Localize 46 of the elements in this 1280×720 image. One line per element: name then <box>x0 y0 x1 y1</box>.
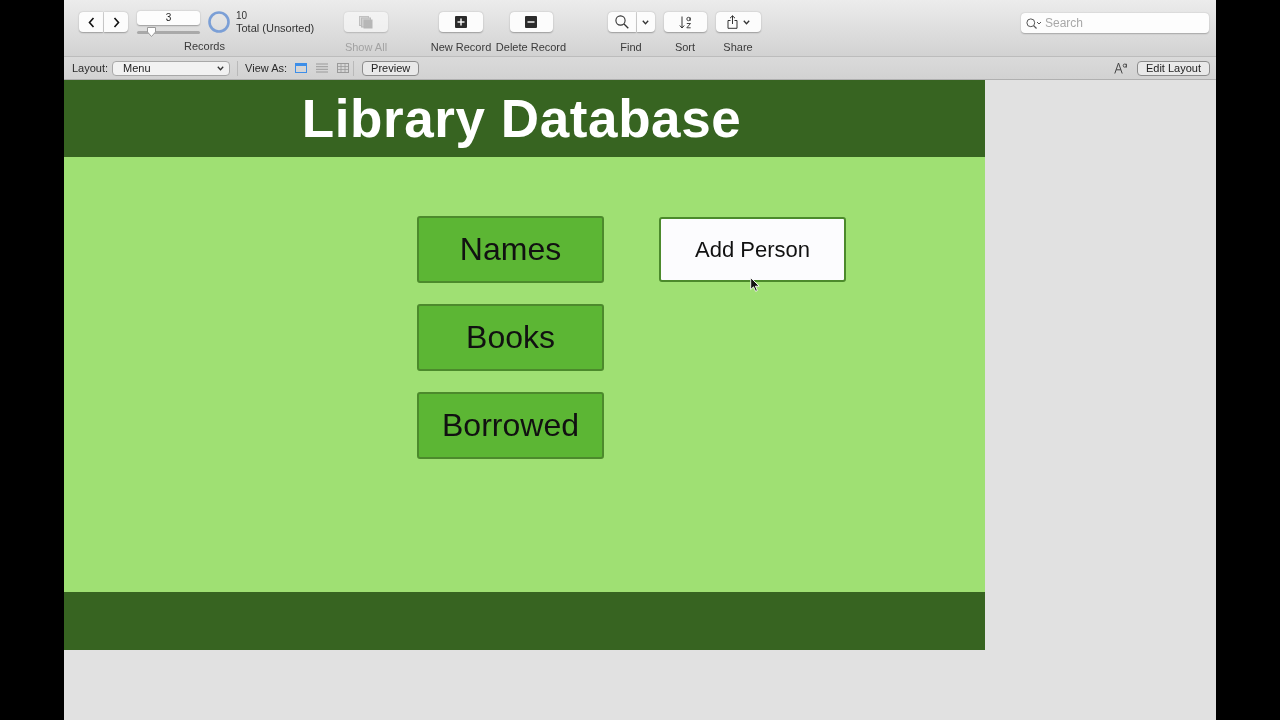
sort-icon <box>678 15 692 29</box>
menu-button[interactable]: Borrowed <box>417 392 604 459</box>
next-record-button[interactable] <box>104 12 128 32</box>
current-record-field[interactable]: 3 <box>137 10 200 25</box>
caret-icon <box>642 19 649 25</box>
menu-button[interactable]: Books <box>417 304 604 371</box>
delete-record-button[interactable] <box>509 12 553 32</box>
new-record-button[interactable] <box>439 12 483 32</box>
edit-layout-button[interactable]: Edit Layout <box>1136 60 1210 76</box>
find-button[interactable] <box>607 12 636 32</box>
plus-square-icon <box>455 16 467 28</box>
layout-dropdown[interactable]: Menu <box>112 60 231 76</box>
search-field[interactable]: Search <box>1021 13 1209 33</box>
slider-thumb[interactable] <box>146 26 156 37</box>
toolbar-label: Share <box>723 41 753 54</box>
layout-title: Library Database <box>301 88 742 149</box>
search-icon <box>1026 18 1042 29</box>
sort-button[interactable] <box>663 12 707 32</box>
find-options-button[interactable] <box>636 12 655 32</box>
record-status: Total (Unsorted) <box>236 21 315 35</box>
share-icon <box>726 15 738 29</box>
toolbar-label: Sort <box>674 41 696 54</box>
caret-icon <box>742 19 750 25</box>
search-icon <box>614 15 629 29</box>
toolbar-label: Delete Record <box>495 41 567 54</box>
text-size-icon[interactable] <box>1113 62 1128 74</box>
previous-record-button[interactable] <box>79 12 103 32</box>
share-button[interactable] <box>715 12 761 32</box>
record-slider[interactable] <box>137 30 200 34</box>
chevron-right-icon <box>112 16 120 28</box>
minus-square-icon <box>525 16 537 28</box>
preview-button[interactable]: Preview <box>362 60 420 76</box>
pointer-cursor-icon <box>750 277 760 292</box>
found-count: 10 <box>236 9 249 22</box>
menu-button[interactable]: Names <box>417 216 604 283</box>
chevron-left-icon <box>87 16 95 28</box>
add-person-button[interactable]: Add Person <box>659 217 846 282</box>
chevron-down-icon <box>217 65 225 71</box>
toolbar-label: Records <box>184 40 225 53</box>
stacked-pages-icon <box>359 15 373 29</box>
toolbar-label: Find <box>620 41 642 54</box>
form-view-icon[interactable] <box>295 63 308 73</box>
view-as-label: View As: <box>245 62 288 74</box>
toolbar-label: New Record <box>430 41 492 54</box>
layout-label: Layout: <box>72 62 109 74</box>
progress-ring-icon <box>208 11 230 33</box>
